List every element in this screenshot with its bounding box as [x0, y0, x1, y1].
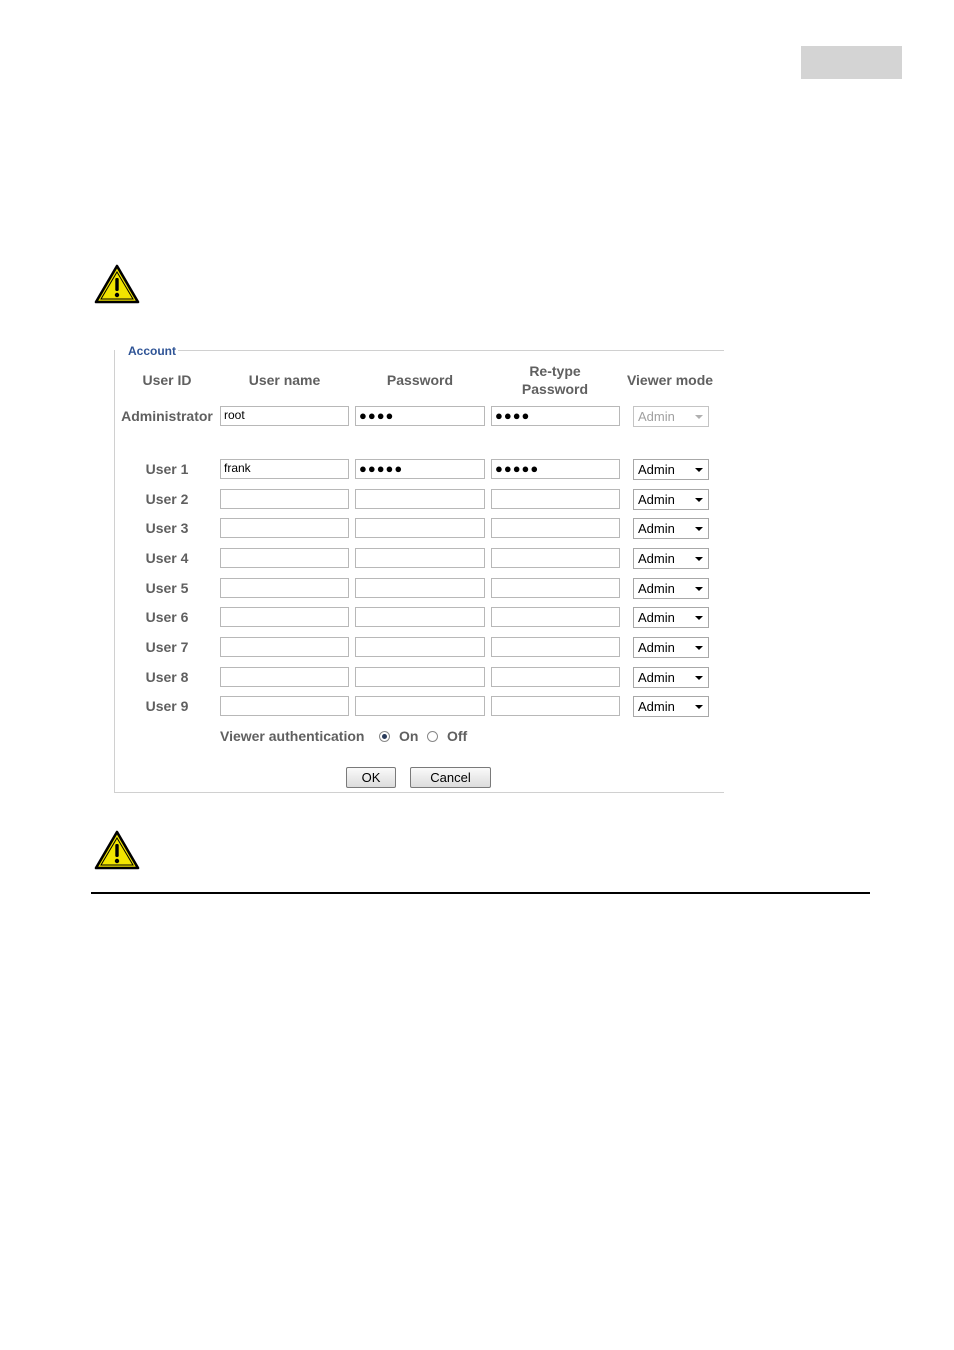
viewer-mode-select-admin: Admin [633, 406, 709, 427]
user-name-input-user-9[interactable] [220, 696, 349, 716]
password-input-user-1[interactable]: ●●●●● [355, 459, 485, 479]
viewer-auth-off-radio[interactable] [427, 731, 438, 742]
viewer-mode-select-user-4[interactable]: Admin [633, 548, 709, 569]
header-retype-line1: Re-type [529, 363, 581, 379]
header-user-id: User ID [142, 372, 192, 388]
viewer-auth-on-label: On [399, 728, 419, 744]
viewer-mode-select-user-2[interactable]: Admin [633, 489, 709, 510]
row-label-user-3: User 3 [145, 520, 189, 536]
row-label-user-5: User 5 [145, 580, 189, 596]
retype-password-input-user-3[interactable] [491, 518, 620, 538]
retype-password-input-admin[interactable]: ●●●● [491, 406, 620, 426]
viewer-auth-on-radio[interactable] [379, 731, 390, 742]
cancel-button[interactable]: Cancel [410, 767, 491, 788]
viewer-mode-select-user-9[interactable]: Admin [633, 696, 709, 717]
password-input-user-7[interactable] [355, 637, 485, 657]
viewer-mode-select-user-5[interactable]: Admin [633, 578, 709, 599]
viewer-mode-select-user-8[interactable]: Admin [633, 667, 709, 688]
viewer-mode-select-user-3[interactable]: Admin [633, 518, 709, 539]
viewer-mode-value: Admin [638, 640, 675, 655]
row-label-user-7: User 7 [145, 639, 189, 655]
row-label-user-1: User 1 [145, 461, 189, 477]
viewer-mode-select-user-6[interactable]: Admin [633, 607, 709, 628]
password-input-user-8[interactable] [355, 667, 485, 687]
viewer-mode-value: Admin [638, 551, 675, 566]
viewer-mode-value: Admin [638, 492, 675, 507]
retype-password-input-user-9[interactable] [491, 696, 620, 716]
password-input-user-2[interactable] [355, 489, 485, 509]
user-name-input-admin[interactable]: root [220, 406, 349, 426]
viewer-mode-select-user-1[interactable]: Admin [633, 459, 709, 480]
password-input-admin[interactable]: ●●●● [355, 406, 485, 426]
ok-button[interactable]: OK [346, 767, 396, 788]
user-name-input-user-7[interactable] [220, 637, 349, 657]
user-name-input-user-5[interactable] [220, 578, 349, 598]
warning-triangle-icon [94, 830, 140, 870]
header-user-name: User name [248, 372, 321, 388]
retype-password-input-user-1[interactable]: ●●●●● [491, 459, 620, 479]
row-label-user-2: User 2 [145, 491, 189, 507]
chevron-down-icon [695, 498, 703, 502]
retype-password-input-user-4[interactable] [491, 548, 620, 568]
row-label-user-8: User 8 [145, 669, 189, 685]
user-name-input-user-1[interactable]: frank [220, 459, 349, 479]
viewer-mode-value: Admin [638, 521, 675, 536]
user-name-input-user-8[interactable] [220, 667, 349, 687]
chevron-down-icon [695, 587, 703, 591]
user-name-input-user-4[interactable] [220, 548, 349, 568]
header-retype-password: Re-type Password [490, 362, 620, 398]
chevron-down-icon [695, 468, 703, 472]
chevron-down-icon [695, 415, 703, 419]
viewer-mode-select-user-7[interactable]: Admin [633, 637, 709, 658]
header-retype-line2: Password [521, 381, 589, 397]
retype-password-input-user-7[interactable] [491, 637, 620, 657]
viewer-mode-value: Admin [638, 462, 675, 477]
row-label-admin: Administrator [121, 408, 213, 424]
viewer-mode-value: Admin [638, 581, 675, 596]
chevron-down-icon [695, 527, 703, 531]
chevron-down-icon [695, 705, 703, 709]
password-input-user-5[interactable] [355, 578, 485, 598]
password-input-user-3[interactable] [355, 518, 485, 538]
account-legend: Account [127, 344, 177, 358]
row-label-user-6: User 6 [145, 609, 189, 625]
row-label-user-4: User 4 [145, 550, 189, 566]
chevron-down-icon [695, 676, 703, 680]
viewer-auth-off-label: Off [447, 728, 468, 744]
header-password: Password [386, 372, 454, 388]
chevron-down-icon [695, 557, 703, 561]
viewer-mode-value: Admin [638, 610, 675, 625]
user-name-input-user-3[interactable] [220, 518, 349, 538]
password-input-user-4[interactable] [355, 548, 485, 568]
user-name-input-user-2[interactable] [220, 489, 349, 509]
user-name-input-user-6[interactable] [220, 607, 349, 627]
chevron-down-icon [695, 646, 703, 650]
retype-password-input-user-8[interactable] [491, 667, 620, 687]
retype-password-input-user-6[interactable] [491, 607, 620, 627]
page-tab-marker [801, 46, 902, 79]
viewer-mode-value: Admin [638, 409, 675, 424]
retype-password-input-user-5[interactable] [491, 578, 620, 598]
password-input-user-6[interactable] [355, 607, 485, 627]
viewer-mode-value: Admin [638, 670, 675, 685]
chevron-down-icon [695, 616, 703, 620]
header-viewer-mode: Viewer mode [626, 372, 714, 388]
viewer-auth-label: Viewer authentication [220, 728, 365, 744]
retype-password-input-user-2[interactable] [491, 489, 620, 509]
row-label-user-9: User 9 [145, 698, 189, 714]
section-divider [91, 892, 870, 894]
warning-triangle-icon [94, 264, 140, 304]
viewer-mode-value: Admin [638, 699, 675, 714]
password-input-user-9[interactable] [355, 696, 485, 716]
